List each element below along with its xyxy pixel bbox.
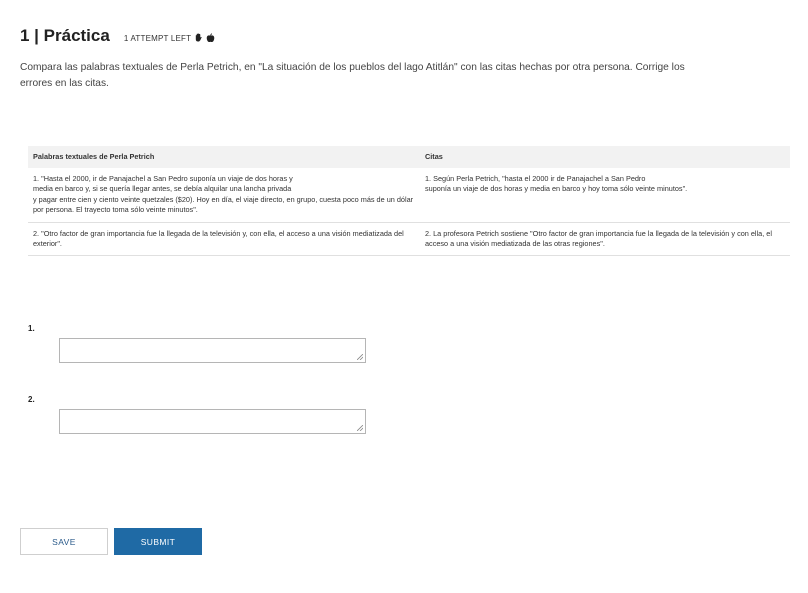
original-text-cell: 2. "Otro factor de gran importancia fue … <box>28 222 420 257</box>
save-button[interactable]: SAVE <box>20 528 108 555</box>
page-title: 1 | Práctica <box>20 26 110 45</box>
original-text-cell: 1. "Hasta el 2000, ir de Panajachel a Sa… <box>28 168 420 223</box>
cell-text: 2. La profesora Petrich sostiene "Otro f… <box>425 228 772 249</box>
instructions-text: Compara las palabras textuales de Perla … <box>20 62 685 89</box>
question-number-2: 2. <box>28 395 35 404</box>
quote-text-cell: 2. La profesora Petrich sostiene "Otro f… <box>420 222 790 257</box>
attempts-label: 1 ATTEMPT LEFT <box>123 34 192 43</box>
answer-box-1 <box>59 338 366 363</box>
table-header-row: Palabras textuales de Perla Petrich Cita… <box>28 146 790 168</box>
attempts-indicator: 1 ATTEMPT LEFT <box>123 32 215 45</box>
cell-text: 1. "Hasta el 2000, ir de Panajachel a Sa… <box>33 174 414 215</box>
answer-input-1[interactable] <box>60 339 365 362</box>
table-row: 2. "Otro factor de gran importancia fue … <box>28 222 790 257</box>
question-number-1: 1. <box>28 324 35 333</box>
answer-box-2 <box>59 409 366 434</box>
cell-text: 1. Según Perla Petrich, "hasta el 2000 i… <box>425 174 688 194</box>
cell-text: 2. "Otro factor de gran importancia fue … <box>33 228 404 249</box>
page-header: 1 | Práctica 1 ATTEMPT LEFT <box>20 26 215 46</box>
column-header-quotes: Citas <box>420 146 790 168</box>
submit-button[interactable]: SUBMIT <box>114 528 202 555</box>
table-row: 1. "Hasta el 2000, ir de Panajachel a Sa… <box>28 168 790 223</box>
answer-input-2[interactable] <box>60 410 365 433</box>
apple-icon <box>206 32 215 45</box>
hand-icon <box>194 33 203 44</box>
quotes-table: Palabras textuales de Perla Petrich Cita… <box>28 146 790 257</box>
quote-text-cell: 1. Según Perla Petrich, "hasta el 2000 i… <box>420 168 790 223</box>
column-header-original: Palabras textuales de Perla Petrich <box>28 146 420 168</box>
